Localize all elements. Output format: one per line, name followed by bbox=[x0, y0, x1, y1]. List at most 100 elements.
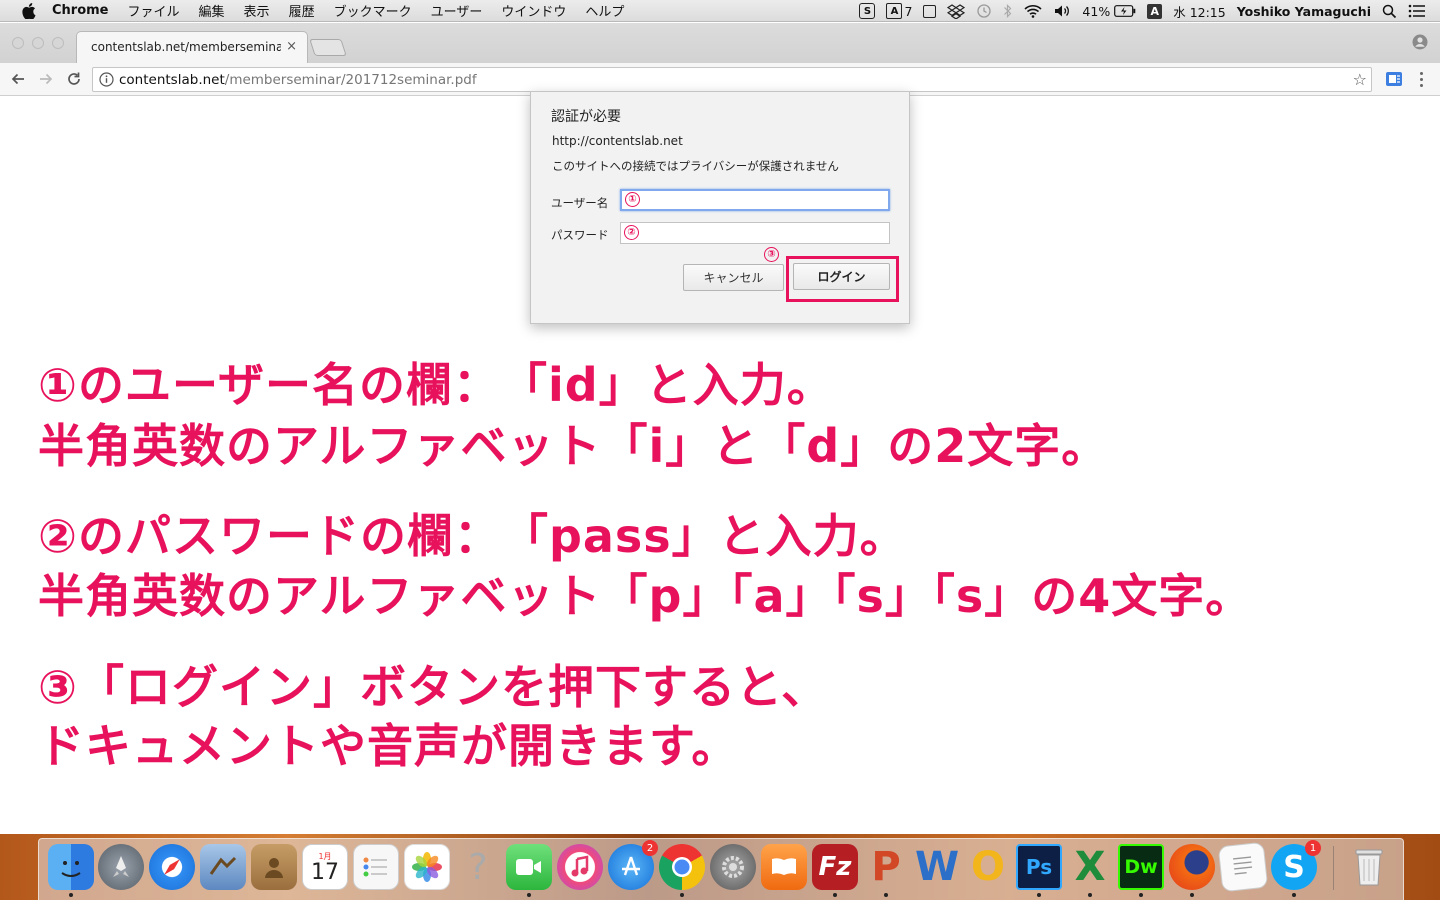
finder-icon[interactable] bbox=[48, 844, 94, 890]
facetime-icon[interactable] bbox=[506, 844, 552, 890]
tab-close-icon[interactable]: × bbox=[286, 39, 297, 54]
dialog-title: 認証が必要 bbox=[551, 109, 621, 125]
wifi-icon[interactable] bbox=[1024, 3, 1042, 19]
profile-icon[interactable] bbox=[1412, 34, 1428, 50]
password-field[interactable]: ② bbox=[620, 222, 890, 244]
url-path: /memberseminar/201712seminar.pdf bbox=[224, 72, 477, 88]
time-machine-icon[interactable] bbox=[976, 3, 992, 19]
reload-icon bbox=[68, 72, 80, 85]
reload-button[interactable] bbox=[63, 68, 85, 90]
forward-button[interactable] bbox=[35, 68, 57, 90]
marker-2: ② bbox=[624, 225, 639, 240]
excel-icon[interactable]: X bbox=[1067, 844, 1113, 890]
tab-title: contentslab.net/memberseminar/2 bbox=[91, 40, 281, 54]
menubar-clock[interactable]: 水 12:15 bbox=[1173, 2, 1226, 21]
ibooks-icon[interactable] bbox=[761, 844, 807, 890]
volume-icon[interactable] bbox=[1053, 3, 1071, 19]
mail-icon[interactable] bbox=[200, 844, 246, 890]
textedit-icon[interactable] bbox=[1217, 841, 1269, 893]
back-arrow-icon bbox=[11, 73, 24, 85]
appstore-badge: 2 bbox=[642, 840, 658, 856]
battery-percent: 41% bbox=[1082, 3, 1111, 19]
dialog-host: http://contentslab.net bbox=[552, 134, 683, 148]
menu-people[interactable]: ユーザー bbox=[431, 1, 483, 20]
dreamweaver-icon[interactable]: Dw bbox=[1118, 844, 1164, 890]
menu-file[interactable]: ファイル bbox=[128, 1, 180, 20]
window-zoom-button[interactable] bbox=[52, 37, 64, 49]
battery-indicator[interactable]: 41% bbox=[1082, 3, 1136, 19]
skype-status-icon[interactable]: S bbox=[859, 3, 876, 19]
bluetooth-icon[interactable] bbox=[1003, 3, 1013, 19]
instruction-line-2: 半角英数のアルファベット「i」と「d」の2文字。 bbox=[38, 419, 1109, 473]
extension-icon[interactable] bbox=[1385, 71, 1403, 87]
skype-running-dot bbox=[1292, 893, 1296, 897]
notification-center-icon[interactable] bbox=[1408, 3, 1426, 19]
tab-active[interactable]: contentslab.net/memberseminar/2 × bbox=[76, 31, 308, 63]
launchpad-icon[interactable] bbox=[98, 844, 144, 890]
menu-view[interactable]: 表示 bbox=[244, 1, 270, 20]
finder-running-dot bbox=[69, 893, 73, 897]
menu-window[interactable]: ウインドウ bbox=[501, 1, 566, 20]
chrome-menu-icon[interactable] bbox=[1414, 69, 1428, 89]
outlook-icon[interactable]: O bbox=[965, 844, 1011, 890]
menu-chrome[interactable]: Chrome bbox=[52, 3, 109, 18]
filezilla-icon[interactable]: Fz bbox=[812, 844, 858, 890]
itunes-icon[interactable] bbox=[557, 844, 603, 890]
safari-icon[interactable] bbox=[149, 844, 195, 890]
cancel-button[interactable]: キャンセル bbox=[683, 264, 784, 291]
appstore-icon[interactable]: 2 bbox=[608, 840, 658, 890]
trash-icon[interactable] bbox=[1346, 844, 1392, 890]
help-icon[interactable]: ? bbox=[455, 844, 501, 890]
bookmark-star-icon[interactable]: ☆ bbox=[1353, 70, 1367, 89]
window-square-icon[interactable] bbox=[923, 3, 937, 19]
address-bar[interactable]: contentslab.net/memberseminar/201712semi… bbox=[92, 67, 1372, 92]
window-close-button[interactable] bbox=[12, 37, 24, 49]
skype-badge: 1 bbox=[1305, 840, 1321, 856]
auth-dialog: 認証が必要 http://contentslab.net このサイトへの接続では… bbox=[530, 91, 910, 324]
url-text[interactable]: contentslab.net/memberseminar/201712semi… bbox=[119, 72, 477, 88]
window-minimize-button[interactable] bbox=[32, 37, 44, 49]
calendar-icon[interactable]: 1月 17 bbox=[302, 844, 348, 890]
system-preferences-icon[interactable] bbox=[710, 844, 756, 890]
adobe-cc-icon[interactable]: A 7 bbox=[886, 3, 912, 19]
chrome-running-dot bbox=[680, 893, 684, 897]
photos-icon[interactable] bbox=[404, 844, 450, 890]
menu-edit[interactable]: 編集 bbox=[199, 1, 225, 20]
login-button[interactable]: ログイン bbox=[793, 263, 890, 290]
input-source-icon[interactable]: A bbox=[1147, 3, 1163, 19]
skype-icon[interactable]: S 1 bbox=[1271, 840, 1321, 890]
menu-help[interactable]: ヘルプ bbox=[585, 1, 624, 20]
calendar-day: 17 bbox=[311, 859, 339, 885]
password-label: パスワード bbox=[551, 228, 609, 242]
word-icon[interactable]: W bbox=[914, 844, 960, 890]
apple-menu-icon[interactable] bbox=[20, 2, 38, 19]
back-button[interactable] bbox=[7, 68, 29, 90]
new-tab-button[interactable] bbox=[309, 39, 347, 56]
photoshop-icon[interactable]: Ps bbox=[1016, 844, 1062, 890]
marker-1: ① bbox=[625, 192, 640, 207]
forward-arrow-icon bbox=[40, 73, 53, 85]
site-info-icon[interactable] bbox=[99, 72, 114, 87]
username-label: ユーザー名 bbox=[551, 196, 609, 210]
dropbox-icon[interactable] bbox=[947, 3, 966, 19]
reminders-icon[interactable] bbox=[353, 844, 399, 890]
powerpoint-icon[interactable]: P bbox=[863, 844, 909, 890]
filezilla-running-dot bbox=[833, 893, 837, 897]
contacts-icon[interactable] bbox=[251, 844, 297, 890]
menu-bookmarks[interactable]: ブックマーク bbox=[334, 1, 412, 20]
dialog-privacy-warning: このサイトへの接続ではプライバシーが保護されません bbox=[552, 159, 839, 173]
menu-history[interactable]: 履歴 bbox=[289, 1, 315, 20]
menu-bar: Chrome ファイル 編集 表示 履歴 ブックマーク ユーザー ウインドウ ヘ… bbox=[0, 0, 1440, 22]
username-field[interactable]: ① bbox=[620, 189, 890, 211]
chrome-icon[interactable] bbox=[659, 844, 705, 890]
firefox-icon[interactable] bbox=[1169, 844, 1215, 890]
status-area: S A 7 41% A 水 12:15 Yoshiko Yamaguchi bbox=[859, 0, 1426, 22]
input-source-label: A bbox=[1147, 3, 1163, 19]
dreamweaver-running-dot bbox=[1139, 893, 1143, 897]
spotlight-icon[interactable] bbox=[1382, 3, 1397, 19]
excel-running-dot bbox=[1088, 893, 1092, 897]
tab-strip: contentslab.net/memberseminar/2 × bbox=[0, 23, 1440, 63]
instruction-line-5: ③「ログイン」ボタンを押下すると、 bbox=[38, 660, 829, 714]
menubar-user[interactable]: Yoshiko Yamaguchi bbox=[1237, 4, 1371, 19]
powerpoint-running-dot bbox=[884, 893, 888, 897]
